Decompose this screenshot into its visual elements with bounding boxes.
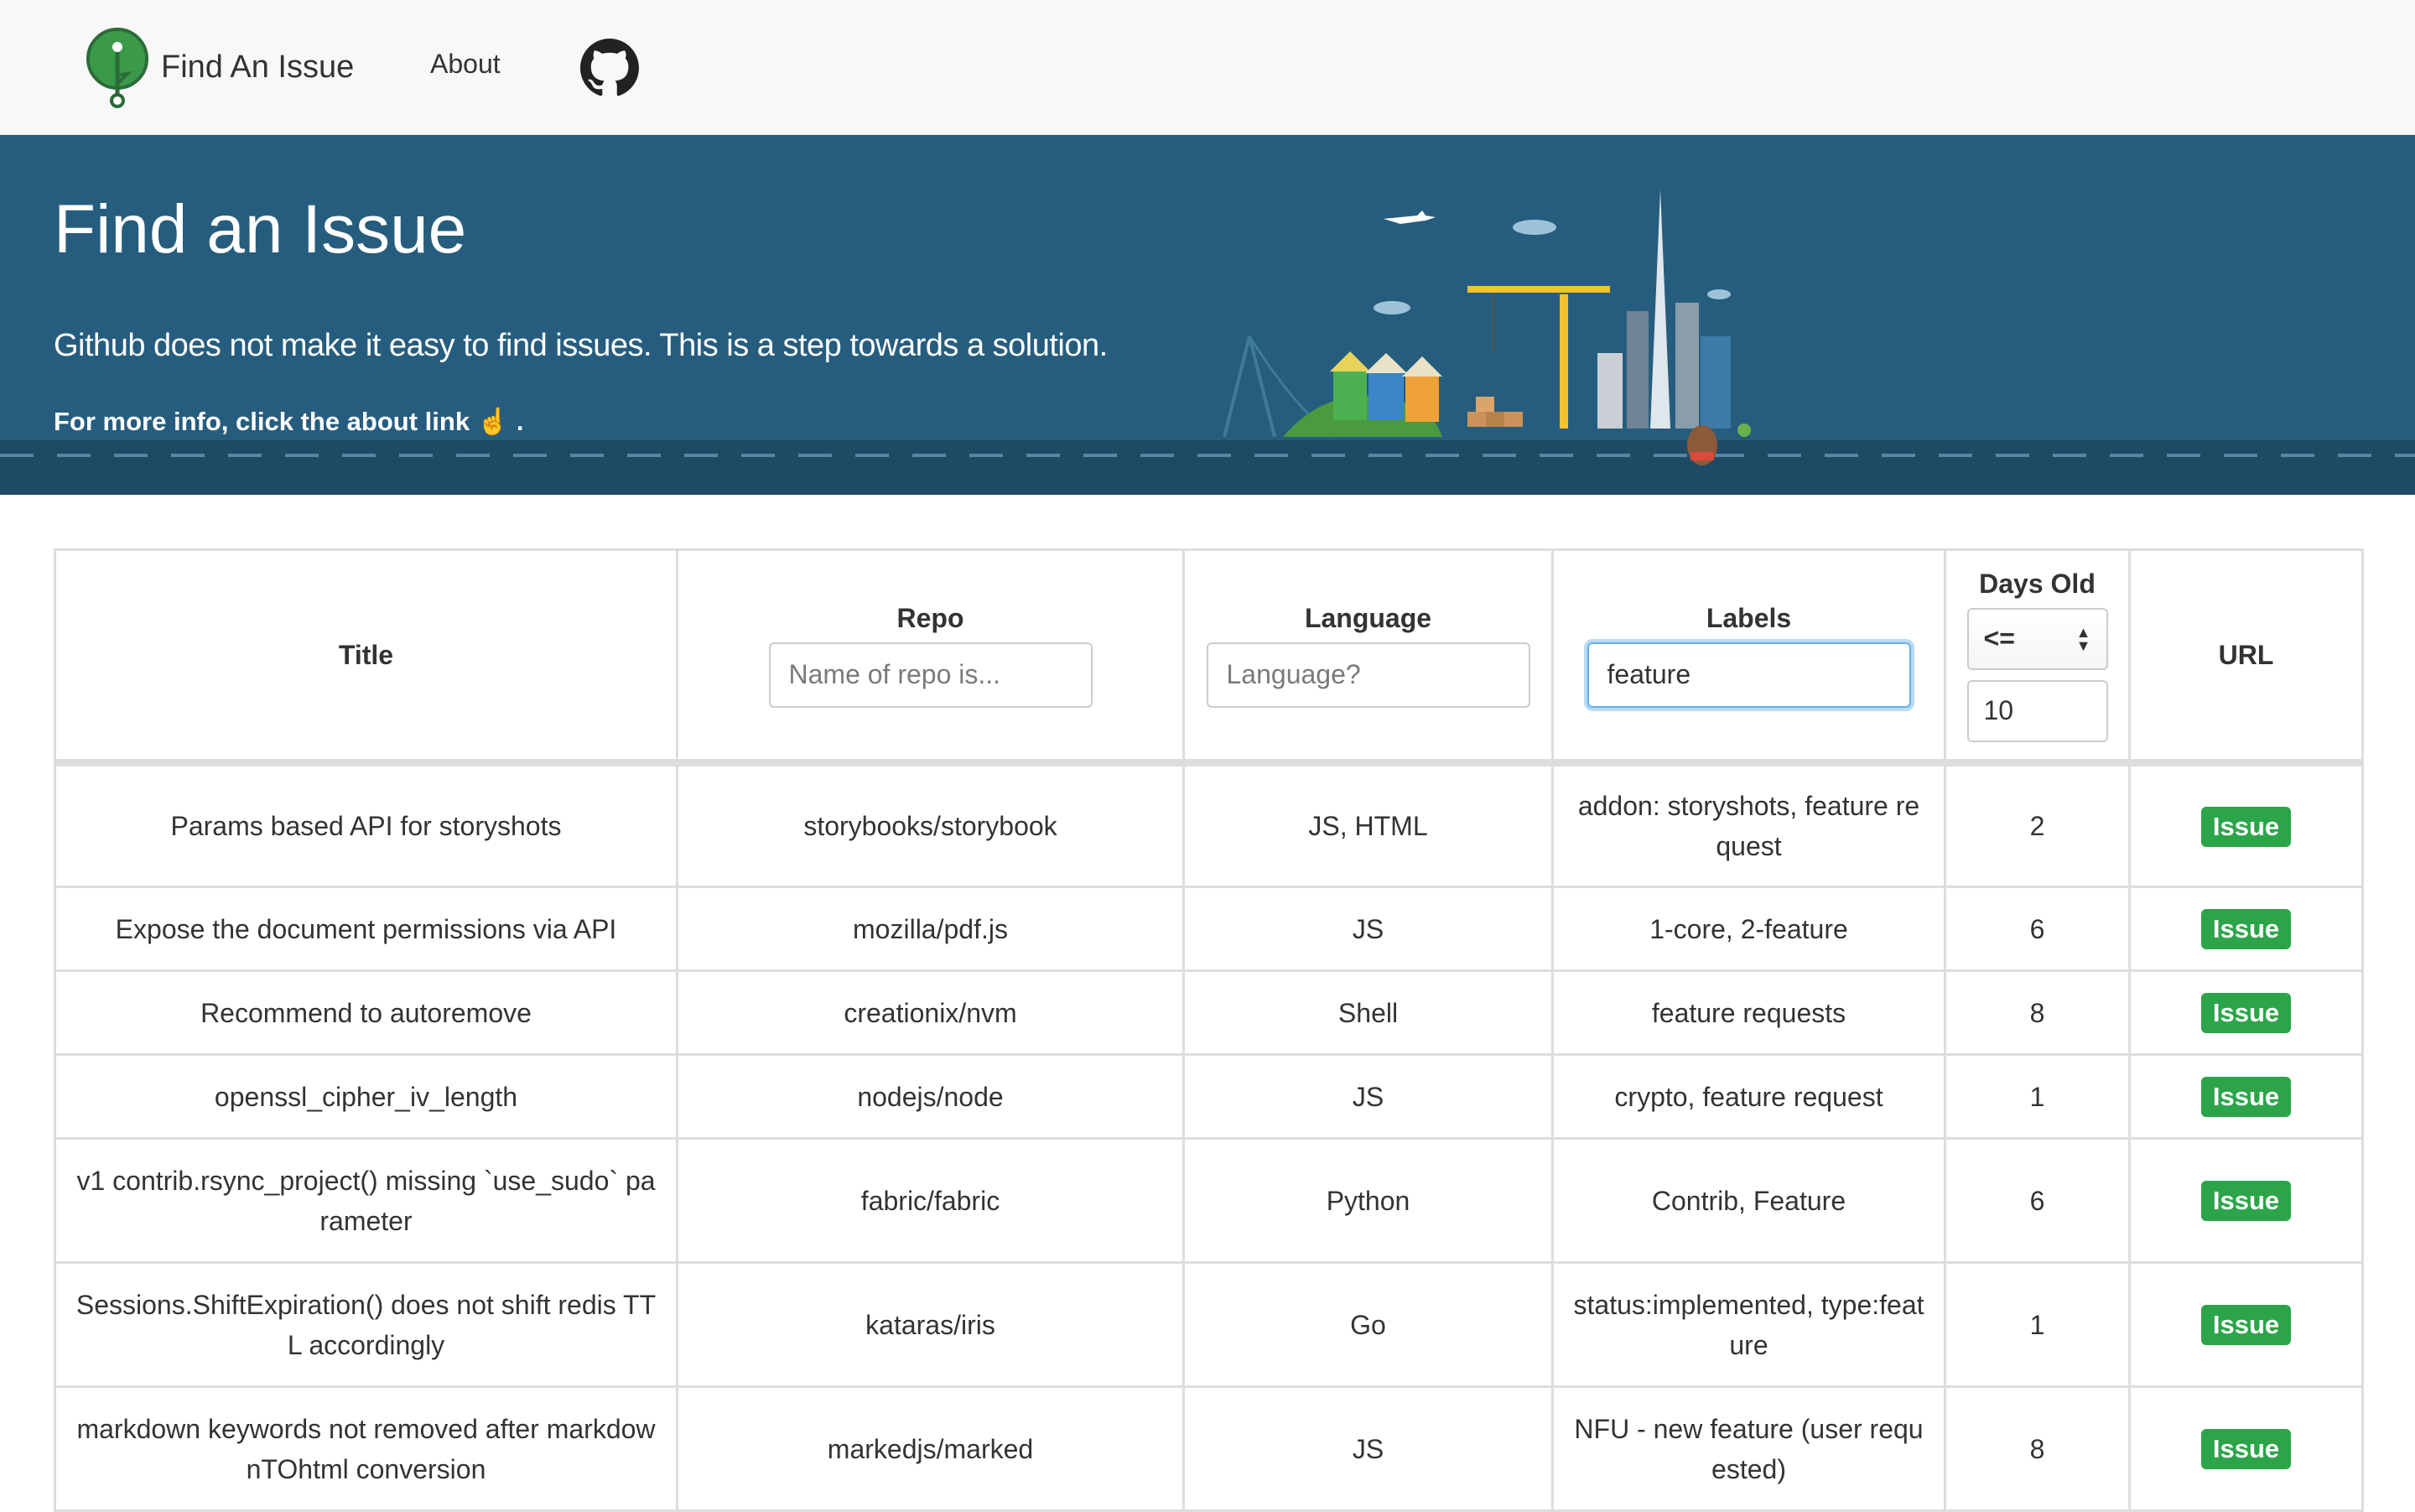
cell-days: 1	[1944, 1261, 2131, 1388]
cell-url: Issue	[2128, 969, 2364, 1056]
cell-language: JS	[1182, 1053, 1554, 1140]
hero-title: Find an Issue	[54, 191, 467, 268]
cell-repo: fabric/fabric	[676, 1137, 1185, 1264]
header-language: Language	[1182, 548, 1554, 766]
days-operator-select[interactable]: <= ▲ ▼	[1966, 607, 2108, 670]
issue-link-button[interactable]: Issue	[2200, 1429, 2292, 1469]
header-repo-label: Repo	[896, 602, 964, 633]
cell-repo: creationix/nvm	[676, 969, 1185, 1056]
issue-link-button[interactable]: Issue	[2200, 1181, 2292, 1221]
cell-title: v1 contrib.rsync_project() missing `use_…	[54, 1137, 678, 1264]
cell-labels: NFU - new feature (user requested)	[1551, 1385, 1946, 1512]
cell-repo: kataras/iris	[676, 1261, 1185, 1388]
cell-title: openssl_cipher_iv_length	[54, 1053, 678, 1140]
brand-link[interactable]: Find An Issue	[84, 25, 354, 109]
cell-repo: markedjs/marked	[676, 1385, 1185, 1512]
cell-url: Issue	[2128, 886, 2364, 972]
cell-language: Go	[1182, 1261, 1554, 1388]
hero-banner: Find an Issue Github does not make it ea…	[0, 135, 2415, 495]
header-language-label: Language	[1304, 602, 1432, 633]
labels-filter-input[interactable]	[1587, 642, 1911, 708]
issue-link-button[interactable]: Issue	[2200, 1077, 2292, 1117]
issues-table-container: Title Repo Language Labels Days Old	[54, 548, 2364, 1512]
table-row: markdown keywords not removed after mark…	[54, 1385, 2364, 1512]
nav-about-link[interactable]: About	[430, 49, 501, 80]
table-row: Sessions.ShiftExpiration() does not shif…	[54, 1261, 2364, 1388]
github-icon[interactable]	[580, 39, 639, 97]
days-value-input[interactable]	[1966, 679, 2108, 742]
days-operator-value: <=	[1983, 623, 2015, 653]
issue-link-button[interactable]: Issue	[2200, 993, 2292, 1033]
cell-language: JS	[1182, 886, 1554, 972]
hero-road-markings	[0, 454, 2415, 457]
cell-language: JS	[1182, 1385, 1554, 1512]
cell-labels: feature requests	[1551, 969, 1946, 1056]
cell-labels: 1-core, 2-feature	[1551, 886, 1946, 972]
header-repo: Repo	[676, 548, 1185, 766]
table-row: Expose the document permissions via API …	[54, 886, 2364, 972]
issue-link-button[interactable]: Issue	[2200, 1305, 2292, 1345]
table-row: Recommend to autoremove creationix/nvm S…	[54, 969, 2364, 1056]
header-days-old-label: Days Old	[1979, 568, 2096, 599]
header-labels: Labels	[1551, 548, 1946, 766]
find-issue-logo-icon	[86, 28, 148, 108]
cell-url: Issue	[2128, 761, 2364, 888]
issue-link-button[interactable]: Issue	[2200, 806, 2292, 847]
cell-url: Issue	[2128, 1261, 2364, 1388]
header-url-label: URL	[2218, 639, 2274, 670]
cell-labels: addon: storyshots, feature request	[1551, 761, 1946, 888]
hero-info-text: For more info, click the about link ☝ .	[54, 407, 524, 436]
hero-road	[0, 440, 2415, 495]
header-url: URL	[2128, 548, 2364, 766]
cell-language: Shell	[1182, 969, 1554, 1056]
cell-title: Recommend to autoremove	[54, 969, 678, 1056]
header-title-label: Title	[338, 639, 394, 670]
cell-repo: nodejs/node	[676, 1053, 1185, 1140]
cell-title: Sessions.ShiftExpiration() does not shif…	[54, 1261, 678, 1388]
language-filter-input[interactable]	[1206, 642, 1530, 708]
cell-days: 6	[1944, 1137, 2131, 1264]
cell-url: Issue	[2128, 1137, 2364, 1264]
header-labels-label: Labels	[1706, 602, 1792, 633]
cell-labels: status:implemented, type:feature	[1551, 1261, 1946, 1388]
table-row: openssl_cipher_iv_length nodejs/node JS …	[54, 1053, 2364, 1140]
navbar: Find An Issue About	[0, 0, 2415, 135]
hero-subtitle: Github does not make it easy to find iss…	[54, 328, 1108, 363]
cell-url: Issue	[2128, 1385, 2364, 1512]
cell-days: 1	[1944, 1053, 2131, 1140]
cell-labels: Contrib, Feature	[1551, 1137, 1946, 1264]
city-skyline-illustration	[1223, 190, 1751, 465]
cell-url: Issue	[2128, 1053, 2364, 1140]
cell-days: 6	[1944, 886, 2131, 972]
cell-language: JS, HTML	[1182, 761, 1554, 888]
brand-name: Find An Issue	[161, 49, 355, 85]
repo-filter-input[interactable]	[768, 642, 1093, 708]
cell-days: 2	[1944, 761, 2131, 888]
cell-title: Params based API for storyshots	[54, 761, 678, 888]
cell-title: Expose the document permissions via API	[54, 886, 678, 972]
header-days-old: Days Old <= ▲ ▼	[1944, 548, 2131, 766]
cell-labels: crypto, feature request	[1551, 1053, 1946, 1140]
cell-days: 8	[1944, 1385, 2131, 1512]
cell-language: Python	[1182, 1137, 1554, 1264]
cell-days: 8	[1944, 969, 2131, 1056]
select-arrows-icon: ▲ ▼	[2075, 623, 2091, 654]
cell-repo: storybooks/storybook	[676, 761, 1185, 888]
issues-table: Title Repo Language Labels Days Old	[54, 548, 2364, 1512]
cell-title: markdown keywords not removed after mark…	[54, 1385, 678, 1512]
table-row: v1 contrib.rsync_project() missing `use_…	[54, 1137, 2364, 1264]
header-title: Title	[54, 548, 678, 766]
issue-link-button[interactable]: Issue	[2200, 909, 2292, 949]
table-row: Params based API for storyshots storyboo…	[54, 761, 2364, 888]
cell-repo: mozilla/pdf.js	[676, 886, 1185, 972]
table-header-row: Title Repo Language Labels Days Old	[54, 548, 2364, 766]
